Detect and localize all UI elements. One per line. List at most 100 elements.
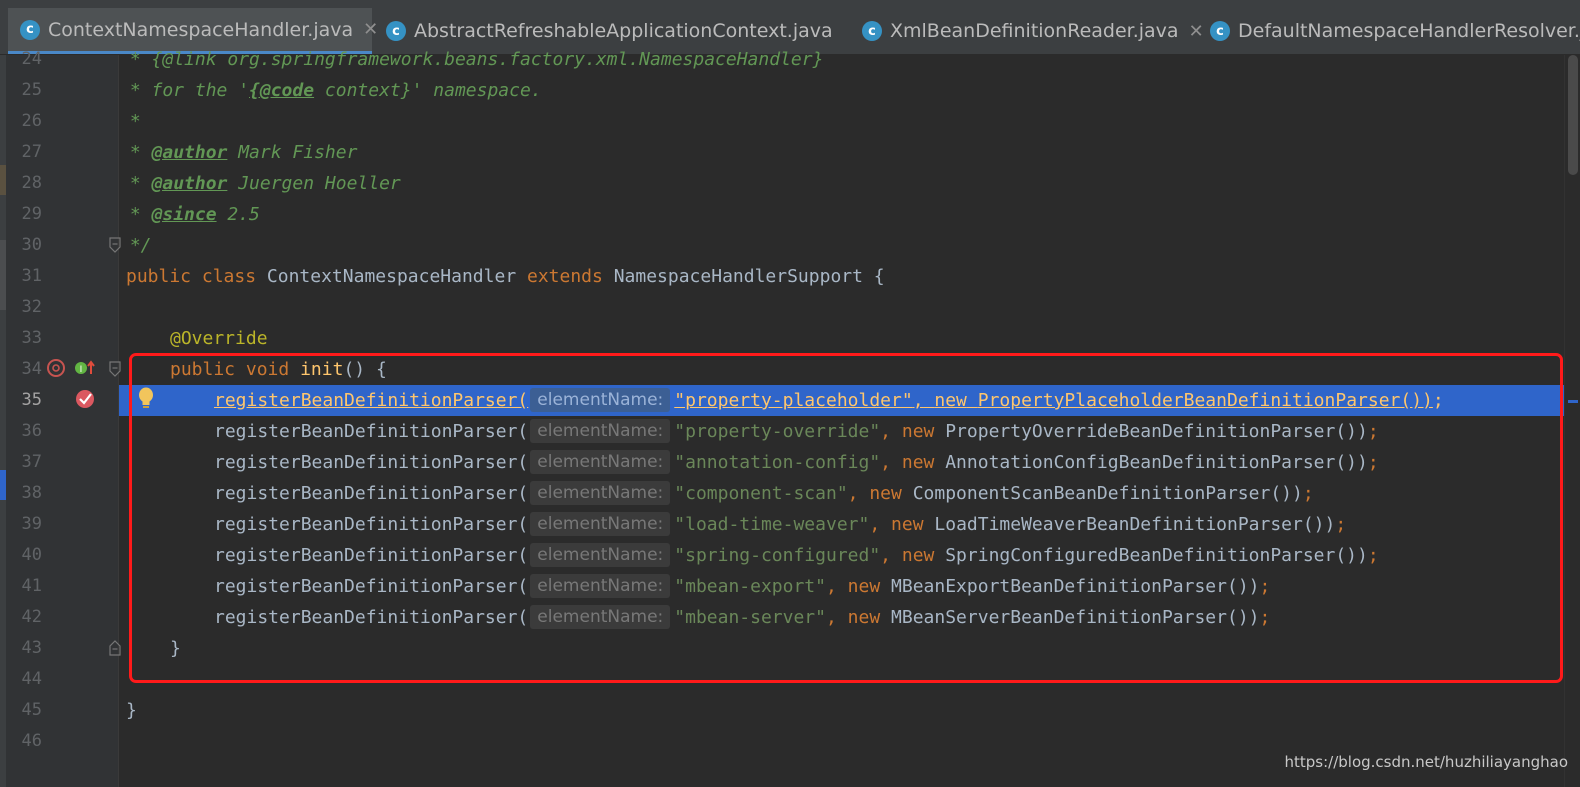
punctuation: ; (1259, 576, 1271, 597)
line-number: 36 (21, 421, 42, 441)
constructor-call: MBeanExportBeanDefinitionParser()) (891, 576, 1260, 597)
line-number: 41 (21, 576, 42, 596)
comment-text: * (119, 111, 141, 132)
closing-brace: } (126, 700, 137, 721)
line-number: 28 (21, 173, 42, 193)
javadoc-tag: @author (151, 173, 228, 194)
code-line-40: registerBeanDefinitionParser(elementName… (119, 540, 1580, 571)
method-name: init (300, 359, 344, 380)
code-text: () { (343, 359, 387, 380)
class-icon: c (386, 21, 406, 41)
scroll-marker (1568, 400, 1578, 403)
lightbulb-icon[interactable] (135, 385, 157, 411)
code-line-30: */ (119, 230, 1564, 261)
string-literal: "spring-configured" (674, 545, 881, 566)
comment-text: * (119, 49, 152, 70)
class-name: ContextNamespaceHandler (266, 266, 517, 287)
line-number: 26 (21, 111, 42, 131)
punctuation: ; (1259, 607, 1271, 628)
comment-text: */ (119, 235, 152, 256)
class-icon: c (1210, 21, 1230, 41)
line-number: 24 (21, 49, 42, 69)
javadoc-tag: {@code (249, 80, 315, 101)
code-editor[interactable]: * {@link org.springframework.beans.facto… (119, 49, 1580, 787)
punctuation: , (869, 514, 881, 535)
scrollbar-thumb[interactable] (1568, 55, 1578, 175)
method-call: registerBeanDefinitionParser( (214, 421, 529, 442)
constructor-call: ComponentScanBeanDefinitionParser()) (912, 483, 1303, 504)
code-line-27: * @author Mark Fisher (119, 137, 1564, 168)
line-number: 33 (21, 328, 42, 348)
class-icon: c (862, 21, 882, 41)
line-number-gutter[interactable]: 24 25 26 27 28 29 30 31 32 33 34 35 36 3… (6, 49, 121, 787)
method-call: registerBeanDefinitionParser( (214, 576, 529, 597)
code-line-35-current: registerBeanDefinitionParser(elementName… (119, 385, 1580, 416)
comment-text: * (119, 173, 152, 194)
line-number: 44 (21, 669, 42, 689)
constructor-call: PropertyOverrideBeanDefinitionParser()) (945, 421, 1368, 442)
parameter-hint: elementName: (530, 512, 671, 536)
keyword: new (869, 483, 902, 504)
implemented-method-icon[interactable]: I (74, 358, 96, 378)
punctuation: , (825, 607, 837, 628)
parameter-hint: elementName: (530, 419, 671, 443)
constructor-call: SpringConfiguredBeanDefinitionParser()) (945, 545, 1368, 566)
line-number: 40 (21, 545, 42, 565)
tab-label: DefaultNamespaceHandlerResolver.j (1238, 20, 1580, 42)
method-call[interactable]: registerBeanDefinitionParser( (214, 390, 528, 411)
watermark-text: https://blog.csdn.net/huzhiliayanghao (1284, 753, 1568, 771)
code-line-37: registerBeanDefinitionParser(elementName… (119, 447, 1580, 478)
line-number: 39 (21, 514, 42, 534)
keyword: new (847, 576, 881, 597)
string-literal: "mbean-export" (674, 576, 826, 597)
keyword: public (170, 359, 236, 380)
code-line-43: } (119, 633, 1580, 664)
line-number: 29 (21, 204, 42, 224)
class-icon: c (20, 19, 40, 40)
keyword: void (245, 359, 290, 380)
punctuation: , (880, 421, 892, 442)
line-number: 25 (21, 80, 42, 100)
keyword: class (201, 266, 257, 287)
line-number: 32 (21, 297, 42, 317)
tab-label: ContextNamespaceHandler.java (48, 18, 354, 41)
code-line-36: registerBeanDefinitionParser(elementName… (119, 416, 1580, 447)
line-number: 42 (21, 607, 42, 627)
punctuation: ; (1367, 452, 1379, 473)
line-number: 45 (21, 700, 42, 720)
punctuation: , (847, 483, 859, 504)
vertical-scrollbar[interactable] (1564, 55, 1580, 787)
punctuation: ; (1335, 514, 1347, 535)
breakpoint-icon[interactable] (74, 388, 96, 410)
parameter-hint: elementName: (530, 388, 671, 412)
tab-label: XmlBeanDefinitionReader.java (890, 20, 1179, 42)
string-literal: "property-placeholder" (674, 390, 913, 411)
punctuation: , (825, 576, 837, 597)
string-literal: "annotation-config" (674, 452, 881, 473)
overrides-annotation-icon[interactable] (46, 358, 66, 378)
parameter-hint: elementName: (530, 605, 671, 629)
comment-text: * (119, 142, 152, 163)
line-number-current: 35 (21, 390, 42, 410)
constructor-call: MBeanServerBeanDefinitionParser()) (891, 607, 1260, 628)
punctuation: ; (1367, 421, 1379, 442)
method-call: registerBeanDefinitionParser( (214, 452, 529, 473)
punctuation: ; (1302, 483, 1314, 504)
method-call: registerBeanDefinitionParser( (214, 607, 529, 628)
closing-brace: } (170, 638, 181, 659)
code-line-26: * (119, 106, 1564, 137)
keyword: new (934, 390, 967, 411)
comment-text: Mark Fisher (227, 142, 358, 163)
line-number: 30 (21, 235, 42, 255)
code-line-39: registerBeanDefinitionParser(elementName… (119, 509, 1580, 540)
code-line-25: * for the '{@code context}' namespace. (119, 75, 1564, 106)
code-line-34: public void init() { (119, 354, 1580, 385)
javadoc-tag: @since (151, 204, 217, 225)
annotation: @Override (170, 328, 268, 349)
keyword: new (891, 514, 924, 535)
keyword: public (126, 266, 192, 287)
code-line-42: registerBeanDefinitionParser(elementName… (119, 602, 1580, 633)
keyword: new (901, 545, 935, 566)
line-number: 27 (21, 142, 42, 162)
method-call: registerBeanDefinitionParser( (214, 514, 529, 535)
